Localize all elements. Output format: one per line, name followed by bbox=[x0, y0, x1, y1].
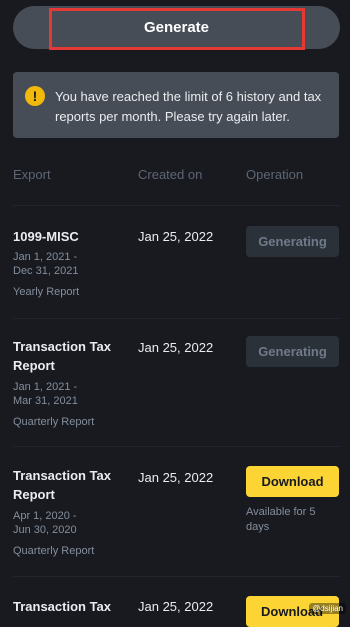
watermark: @dsijian bbox=[309, 603, 346, 614]
row-4-created-on: Jan 25, 2022 bbox=[138, 599, 214, 614]
row-2-type: Quarterly Report bbox=[13, 416, 95, 428]
row-1-period-start: Jan 1, 2021 - bbox=[13, 251, 78, 263]
header-export: Export bbox=[13, 167, 51, 182]
row-2-period-start: Jan 1, 2021 - bbox=[13, 381, 78, 393]
row-1-created-on: Jan 25, 2022 bbox=[138, 229, 214, 244]
row-divider bbox=[13, 318, 340, 319]
row-3-title-line1: Transaction Tax bbox=[13, 468, 112, 483]
row-2-title-line2: Report bbox=[13, 358, 55, 373]
header-created-on: Created on bbox=[138, 167, 203, 182]
row-divider bbox=[13, 576, 340, 577]
generate-button-wrap: Generate bbox=[13, 6, 340, 50]
alert-message: You have reached the limit of 6 history … bbox=[55, 89, 322, 124]
row-3-availability-note: Available for 5 days bbox=[246, 506, 316, 533]
row-1-generating-button[interactable]: Generating bbox=[246, 226, 339, 257]
header-operation: Operation bbox=[246, 167, 304, 182]
row-2-title-line1: Transaction Tax bbox=[13, 339, 112, 354]
row-2-generating-button[interactable]: Generating bbox=[246, 336, 339, 367]
row-2-created-on: Jan 25, 2022 bbox=[138, 340, 214, 355]
row-4-title-line1: Transaction Tax bbox=[13, 599, 112, 614]
row-3-created-on: Jan 25, 2022 bbox=[138, 470, 214, 485]
row-divider bbox=[13, 205, 340, 206]
row-3-period-end: Jun 30, 2020 bbox=[13, 524, 77, 536]
row-1-title: 1099-MISC bbox=[13, 229, 79, 244]
row-3-type: Quarterly Report bbox=[13, 545, 95, 557]
row-3-title-line2: Report bbox=[13, 487, 55, 502]
exclamation-icon: ! bbox=[25, 86, 45, 106]
row-1-period-end: Dec 31, 2021 bbox=[13, 265, 79, 277]
row-divider bbox=[13, 446, 340, 447]
row-3-download-button[interactable]: Download bbox=[246, 466, 339, 497]
row-2-period-end: Mar 31, 2021 bbox=[13, 395, 78, 407]
generate-button[interactable]: Generate bbox=[13, 6, 340, 49]
limit-alert: ! You have reached the limit of 6 histor… bbox=[13, 72, 339, 138]
row-1-type: Yearly Report bbox=[13, 286, 80, 298]
row-3-period-start: Apr 1, 2020 - bbox=[13, 510, 77, 522]
